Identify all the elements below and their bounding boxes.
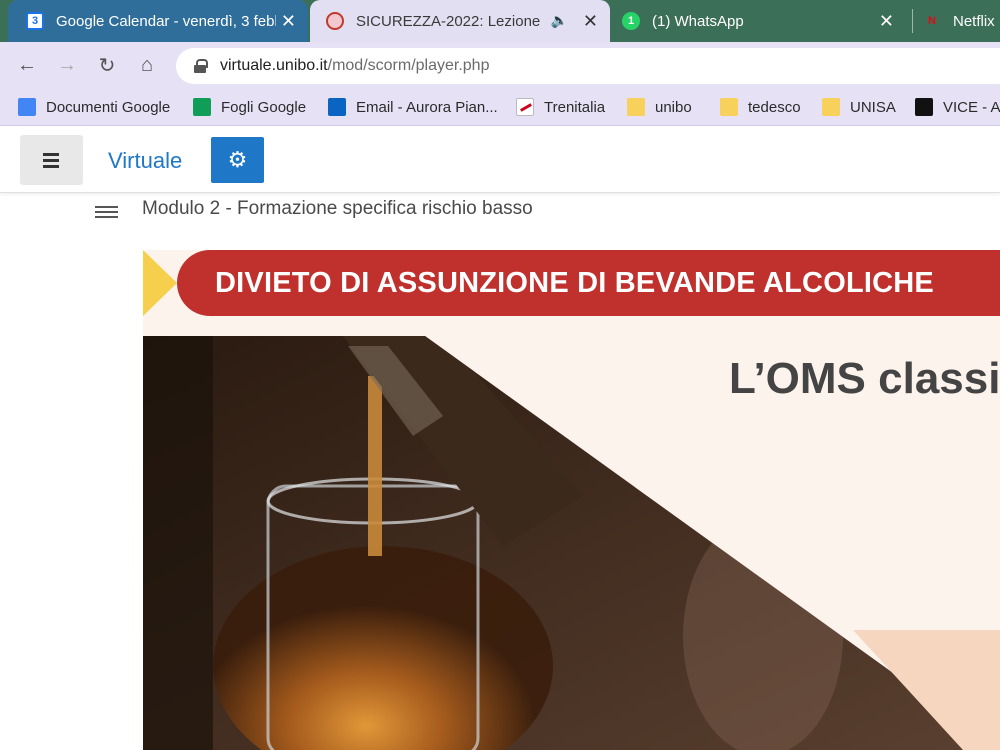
close-tab-icon[interactable]: ✕ — [583, 11, 598, 32]
banner-title: DIVIETO DI ASSUNZIONE DI BEVANDE ALCOLIC… — [215, 266, 934, 299]
tab-title: Google Calendar - venerdì, 3 febbraio — [56, 12, 276, 30]
bookmark-label: Trenitalia — [544, 98, 606, 116]
bookmark-email[interactable]: Email - Aurora Pian... — [328, 96, 498, 118]
address-bar[interactable]: virtuale.unibo.it /mod/scorm/player.php — [176, 48, 1000, 84]
vice-icon — [915, 98, 933, 116]
bookmark-label: Email - Aurora Pian... — [356, 98, 498, 116]
slide-heading: L’OMS classi — [729, 354, 1000, 403]
module-title: Modulo 2 - Formazione specifica rischio … — [142, 198, 533, 219]
lock-icon[interactable] — [194, 59, 208, 73]
scorm-slide: DIVIETO DI ASSUNZIONE DI BEVANDE ALCOLIC… — [143, 250, 1000, 750]
bookmark-folder-unibo[interactable]: unibo — [627, 96, 692, 118]
bookmarks-bar: Documenti Google Fogli Google Email - Au… — [0, 88, 1000, 126]
bookmark-fogli-google[interactable]: Fogli Google — [193, 96, 306, 118]
unibo-seal-icon — [326, 12, 344, 30]
tab-netflix[interactable]: N Netflix — [912, 9, 1000, 33]
site-header: Virtuale ⚙ — [0, 127, 1000, 193]
drawer-toggle-button[interactable] — [20, 135, 83, 185]
bookmark-label: unibo — [655, 98, 692, 116]
bookmark-label: Fogli Google — [221, 98, 307, 116]
back-arrow-icon[interactable]: ← — [14, 52, 40, 78]
reload-icon[interactable]: ↻ — [94, 52, 120, 78]
tab-title: (1) WhatsApp — [652, 12, 744, 30]
speaker-icon[interactable]: 🔈 — [551, 12, 568, 29]
slide-banner: DIVIETO DI ASSUNZIONE DI BEVANDE ALCOLIC… — [177, 250, 1000, 316]
cogs-icon[interactable]: ⚙ — [211, 137, 264, 183]
folder-icon — [822, 98, 840, 116]
bookmark-label: Documenti Google — [46, 98, 171, 116]
url-host: virtuale.unibo.it — [220, 57, 328, 74]
url-path: /mod/scorm/player.php — [327, 57, 490, 74]
bookmark-documenti-google[interactable]: Documenti Google — [18, 96, 170, 118]
browser-tab-strip: 3 Google Calendar - venerdì, 3 febbraio … — [0, 0, 1000, 42]
tab-whatsapp[interactable]: 1 (1) WhatsApp ✕ — [612, 0, 908, 42]
bookmark-label: VICE - A — [943, 98, 1000, 116]
browser-toolbar: ← → ↻ ⌂ virtuale.unibo.it /mod/scorm/pla… — [0, 42, 1000, 88]
bookmark-folder-unisa[interactable]: UNISA — [822, 96, 896, 118]
google-docs-icon — [18, 98, 36, 116]
calendar-icon: 3 — [26, 12, 44, 30]
bookmark-folder-tedesco[interactable]: tedesco — [720, 96, 801, 118]
bookmark-trenitalia[interactable]: Trenitalia — [516, 96, 605, 118]
bookmark-vice[interactable]: VICE - A — [915, 96, 1000, 118]
trenitalia-icon — [516, 98, 534, 116]
home-icon[interactable]: ⌂ — [134, 52, 160, 78]
tab-title: Netflix — [953, 12, 995, 30]
toc-menu-icon[interactable] — [95, 204, 119, 220]
close-tab-icon[interactable]: ✕ — [281, 11, 296, 32]
tab-title: SICUREZZA-2022: Lezione - DIVIETO — [356, 12, 542, 30]
netflix-icon: N — [928, 15, 936, 27]
folder-icon — [720, 98, 738, 116]
google-sheets-icon — [193, 98, 211, 116]
bookmark-label: tedesco — [748, 98, 801, 116]
tab-google-calendar[interactable]: 3 Google Calendar - venerdì, 3 febbraio … — [8, 0, 308, 42]
tab-sicurezza-lezione[interactable]: SICUREZZA-2022: Lezione - DIVIETO 🔈 ✕ — [310, 0, 610, 42]
outlook-icon — [328, 98, 346, 116]
site-name-link[interactable]: Virtuale — [108, 148, 182, 174]
forward-arrow-icon[interactable]: → — [54, 52, 80, 78]
whatsapp-icon: 1 — [622, 12, 640, 30]
bookmark-label: UNISA — [850, 98, 896, 116]
banner-arrow — [143, 250, 177, 316]
folder-icon — [627, 98, 645, 116]
close-tab-icon[interactable]: ✕ — [879, 11, 894, 32]
